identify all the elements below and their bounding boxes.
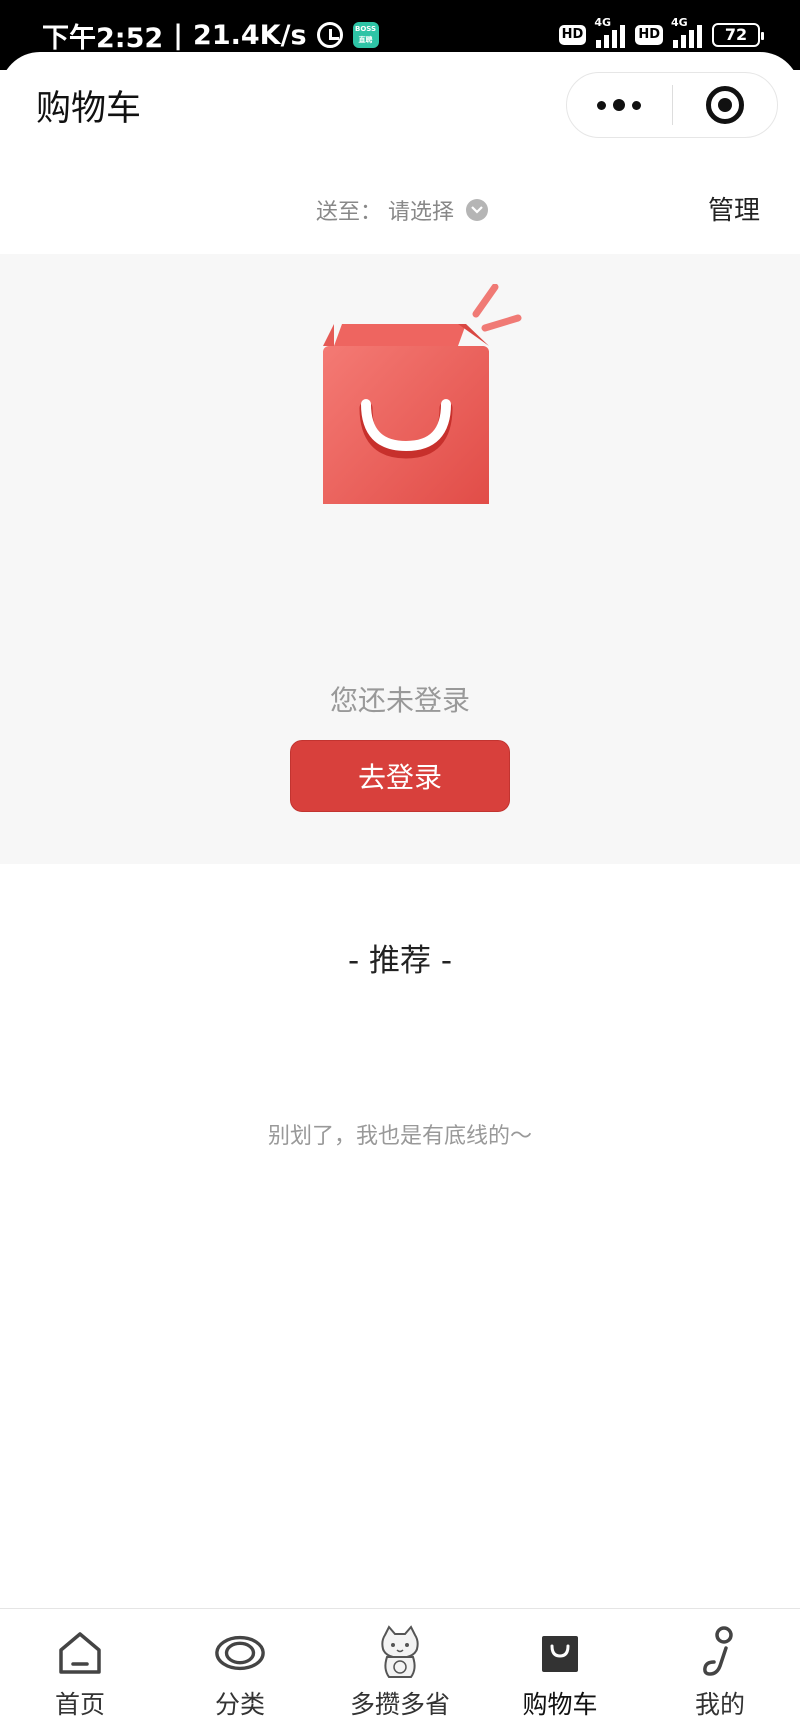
status-net-speed: 21.4K/s xyxy=(193,19,307,51)
address-selector[interactable]: 送至： 请选择 xyxy=(316,194,489,226)
title-bar: 购物车 xyxy=(0,52,800,152)
target-icon xyxy=(705,86,744,124)
tab-category[interactable]: 分类 xyxy=(160,1609,320,1733)
login-hint-text: 您还未登录 xyxy=(329,684,470,717)
tab-save-more[interactable]: 多攒多省 xyxy=(320,1609,480,1733)
boss-badge-line-1: BOSS xyxy=(355,25,377,33)
end-of-list-text: 别划了，我也是有底线的～ xyxy=(267,1124,532,1149)
tab-home-label: 首页 xyxy=(54,1690,105,1719)
network-type: 4G xyxy=(594,16,612,29)
home-icon xyxy=(54,1627,106,1679)
hd-badge: HD xyxy=(558,25,587,45)
login-button[interactable]: 去登录 xyxy=(290,740,510,812)
eye-icon xyxy=(214,1627,266,1679)
tab-home[interactable]: 首页 xyxy=(0,1609,160,1733)
mini-program-capsule xyxy=(566,72,778,138)
profile-icon xyxy=(694,1626,746,1679)
more-dot-icon xyxy=(613,99,626,111)
chevron-down-icon xyxy=(466,199,489,221)
address-bar: 送至： 请选择 管理 xyxy=(0,152,800,254)
network-type-2: 4G xyxy=(671,16,688,29)
close-mini-program-button[interactable] xyxy=(672,73,777,137)
alarm-icon xyxy=(316,22,343,48)
signal-icon: 4G xyxy=(594,16,626,48)
address-label: 送至： xyxy=(316,200,383,225)
manage-button[interactable]: 管理 xyxy=(708,190,760,227)
tab-cart[interactable]: 购物车 xyxy=(480,1609,640,1733)
shopping-bag-icon xyxy=(323,284,522,504)
battery-icon: 72 xyxy=(712,23,764,47)
tab-category-label: 分类 xyxy=(214,1690,265,1719)
tab-cart-label: 购物车 xyxy=(522,1690,598,1719)
more-dot-icon xyxy=(632,100,642,110)
more-dot-icon xyxy=(597,100,607,110)
recommend-title: - 推荐 - xyxy=(347,943,453,979)
page-title: 购物车 xyxy=(36,89,142,129)
status-time: 下午2:52 xyxy=(42,22,164,54)
hd-badge-2: HD xyxy=(635,25,663,45)
tab-profile-label: 我的 xyxy=(694,1690,745,1719)
more-menu-button[interactable] xyxy=(567,73,672,137)
bottom-tab-bar: 首页 分类 多攒多省 购物车 我的 xyxy=(0,1608,800,1733)
cart-bag-icon xyxy=(534,1627,586,1679)
lucky-cat-icon xyxy=(374,1625,426,1679)
boss-zhipin-icon: BOSS 直聘 xyxy=(352,22,379,48)
boss-badge-line-2: 直聘 xyxy=(358,36,373,44)
empty-cart-area: 您还未登录 去登录 xyxy=(0,254,800,864)
tab-profile[interactable]: 我的 xyxy=(640,1609,800,1733)
address-value: 请选择 xyxy=(388,200,455,225)
status-separator: | xyxy=(173,19,184,51)
signal-icon-2: 4G xyxy=(671,16,702,48)
tab-save-more-label: 多攒多省 xyxy=(349,1690,450,1719)
